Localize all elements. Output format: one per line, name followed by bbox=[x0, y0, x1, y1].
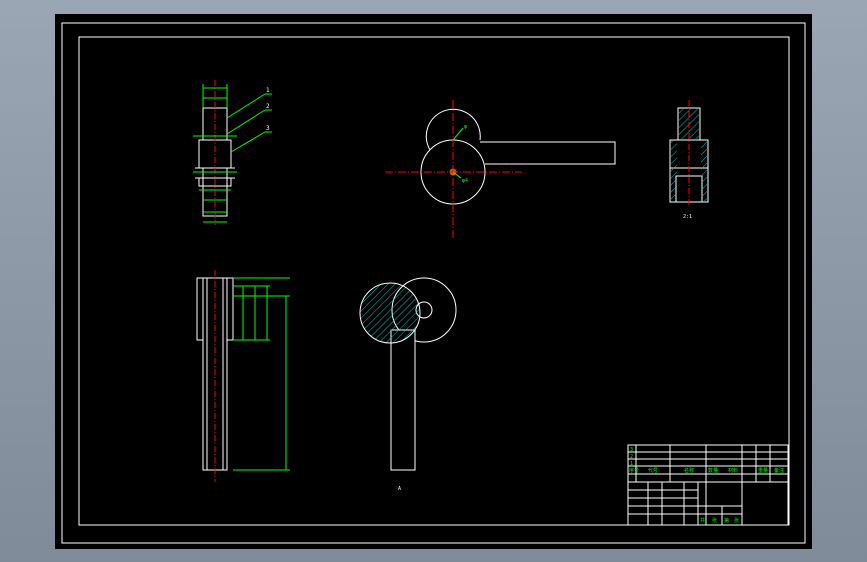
leader-label-1: 1 bbox=[266, 87, 270, 94]
header-qty: 数量 bbox=[708, 467, 718, 474]
row-num-2: 2 bbox=[630, 454, 633, 460]
leader-label-3: 3 bbox=[266, 125, 270, 132]
header-material: 材料 bbox=[728, 467, 738, 474]
scale-2: 张 bbox=[712, 517, 717, 524]
header-weight: 重量 bbox=[758, 467, 768, 474]
row-num-1: 1 bbox=[630, 461, 633, 467]
hatched-disc bbox=[359, 282, 421, 344]
row-num-3: 3 bbox=[630, 447, 633, 453]
cad-drawing: 1 2 3 φ φ4 2:1 A 3 2 1 序号 代号 名称 数量 材料 重量… bbox=[55, 14, 812, 549]
section-hatch-right bbox=[701, 141, 707, 201]
section-label: A bbox=[398, 486, 401, 492]
scale-3: 第 bbox=[724, 517, 729, 524]
front-dim-center: φ4 bbox=[462, 178, 468, 184]
header-name: 名称 bbox=[684, 467, 694, 474]
header-remark: 备注 bbox=[774, 467, 784, 474]
header-seq: 序号 bbox=[629, 467, 639, 474]
leader-label-2: 2 bbox=[266, 103, 270, 110]
drawing-sheet bbox=[55, 14, 812, 549]
scale-1: 共 bbox=[700, 517, 705, 524]
top-view-label: 2:1 bbox=[683, 214, 692, 220]
section-hatch-left bbox=[671, 141, 677, 201]
scale-4: 张 bbox=[734, 517, 739, 524]
front-dim-top: φ bbox=[464, 124, 467, 130]
header-code: 代号 bbox=[648, 467, 658, 474]
